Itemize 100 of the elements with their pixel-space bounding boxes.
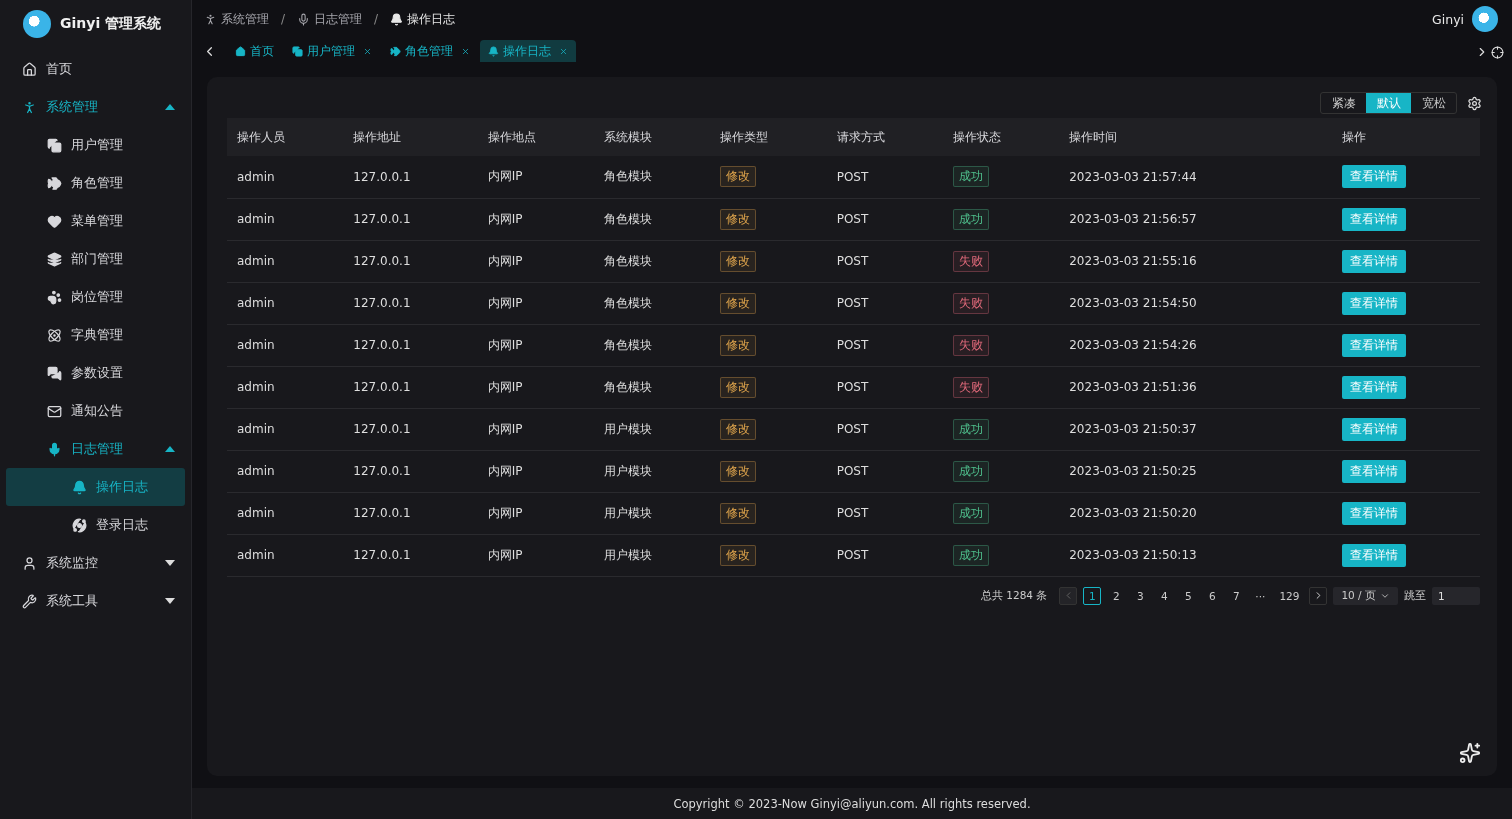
sidebar-item[interactable]: 系统管理 (6, 88, 185, 126)
caret-down-icon (165, 560, 175, 566)
page-button[interactable]: 4 (1155, 586, 1174, 605)
table-cell: admin (227, 492, 344, 534)
table-cell: 2023-03-03 21:51:36 (1059, 366, 1333, 408)
type-tag: 修改 (720, 208, 757, 230)
close-icon[interactable] (559, 46, 568, 56)
breadcrumb-item[interactable]: 系统管理 (221, 10, 269, 28)
column-header: 操作人员 (227, 118, 344, 156)
sidebar-item[interactable]: 首页 (6, 50, 185, 88)
page-button[interactable]: 7 (1227, 586, 1246, 605)
breadcrumb-separator: / (281, 12, 286, 26)
page-button[interactable]: ··· (1251, 586, 1270, 605)
page-button[interactable]: 129 (1275, 586, 1304, 605)
locate-icon[interactable] (1491, 46, 1504, 59)
table-cell: POST (826, 534, 943, 576)
type-tag: 修改 (720, 292, 757, 314)
table-cell: 127.0.0.1 (343, 366, 478, 408)
table-cell: 用户模块 (594, 408, 711, 450)
table-cell: 127.0.0.1 (343, 198, 478, 240)
table-cell: 角色模块 (594, 240, 711, 282)
page-button[interactable]: 2 (1107, 586, 1126, 605)
table-cell: 用户模块 (594, 492, 711, 534)
table-cell: POST (826, 408, 943, 450)
sidebar-item[interactable]: 部门管理 (6, 240, 185, 278)
menu-icon (22, 593, 37, 609)
table-cell: 角色模块 (594, 324, 711, 366)
tab-icon (488, 45, 499, 57)
status-tag: 成功 (952, 502, 989, 524)
table-cell: 角色模块 (594, 156, 711, 198)
total-count: 总共 1284 条 (980, 588, 1048, 603)
close-icon[interactable] (461, 46, 470, 56)
menu-icon (47, 289, 62, 305)
page-button[interactable]: 1 (1083, 586, 1102, 605)
sidebar-item[interactable]: 通知公告 (6, 392, 185, 430)
settings-icon[interactable] (1467, 95, 1482, 111)
page-button[interactable]: 6 (1203, 586, 1222, 605)
page-tab[interactable]: 用户管理 (284, 40, 380, 62)
table-cell: 内网IP (477, 492, 595, 534)
sidebar-item[interactable]: 系统工具 (6, 582, 185, 620)
table-cell: 角色模块 (594, 282, 711, 324)
breadcrumb-icon (297, 12, 311, 26)
table-cell: admin (227, 366, 344, 408)
menu-icon (47, 251, 62, 267)
sidebar-item[interactable]: 菜单管理 (6, 202, 185, 240)
sidebar-item[interactable]: 系统监控 (6, 544, 185, 582)
page-button[interactable]: 3 (1131, 586, 1150, 605)
status-tag: 成功 (952, 544, 989, 566)
jump-input[interactable]: 1 (1432, 586, 1480, 605)
user-name[interactable]: Ginyi (1432, 11, 1464, 27)
status-tag: 失败 (952, 292, 989, 314)
table-cell: 2023-03-03 21:50:37 (1059, 408, 1333, 450)
table-cell: POST (826, 198, 943, 240)
breadcrumb-icon (390, 12, 404, 26)
density-option[interactable]: 紧凑 (1321, 93, 1366, 113)
page-tab[interactable]: 操作日志 (480, 40, 576, 62)
table-cell: 内网IP (477, 156, 595, 198)
table-cell: 内网IP (477, 366, 595, 408)
table-cell: 用户模块 (594, 534, 711, 576)
page-tab[interactable]: 角色管理 (382, 40, 478, 62)
table-cell: 127.0.0.1 (343, 408, 478, 450)
sidebar-item[interactable]: 操作日志 (6, 468, 185, 506)
sidebar-item[interactable]: 参数设置 (6, 354, 185, 392)
caret-down-icon (165, 598, 175, 604)
sidebar-item[interactable]: 日志管理 (6, 430, 185, 468)
caret-up-icon (165, 104, 175, 110)
table-cell: admin (227, 534, 344, 576)
status-tag: 成功 (952, 460, 989, 482)
sidebar-item[interactable]: 用户管理 (6, 126, 185, 164)
sidebar-item[interactable]: 登录日志 (6, 506, 185, 544)
table-cell: 127.0.0.1 (343, 156, 478, 198)
sidebar-item[interactable]: 岗位管理 (6, 278, 185, 316)
breadcrumb-item: 操作日志 (407, 10, 456, 28)
jump-label: 跳至 (1404, 588, 1426, 603)
page-tab[interactable]: 首页 (227, 40, 282, 62)
table-cell: 2023-03-03 21:50:13 (1059, 534, 1333, 576)
table-cell: 127.0.0.1 (343, 450, 478, 492)
page-size-select[interactable]: 10 / 页 (1333, 586, 1398, 605)
type-tag: 修改 (720, 460, 757, 482)
table-cell: 角色模块 (594, 366, 711, 408)
sidebar-item[interactable]: 角色管理 (6, 164, 185, 202)
menu-icon (47, 403, 62, 419)
column-header: 请求方式 (826, 118, 943, 156)
table-cell: 内网IP (477, 534, 595, 576)
table-cell: 127.0.0.1 (343, 282, 478, 324)
user-avatar[interactable] (1472, 6, 1498, 32)
table-cell: POST (826, 240, 943, 282)
table-cell: 2023-03-03 21:50:20 (1059, 492, 1333, 534)
table-cell: 内网IP (477, 324, 595, 366)
column-header: 操作 (1332, 118, 1480, 156)
next-page-button[interactable] (1309, 586, 1328, 605)
density-option[interactable]: 宽松 (1411, 93, 1456, 113)
close-icon[interactable] (363, 46, 372, 56)
menu-icon (72, 479, 87, 495)
page-button[interactable]: 5 (1179, 586, 1198, 605)
breadcrumb-item[interactable]: 日志管理 (314, 10, 363, 28)
menu-icon (47, 213, 62, 229)
sidebar-item[interactable]: 字典管理 (6, 316, 185, 354)
table-cell: 2023-03-03 21:54:26 (1059, 324, 1333, 366)
type-tag: 修改 (720, 334, 757, 356)
